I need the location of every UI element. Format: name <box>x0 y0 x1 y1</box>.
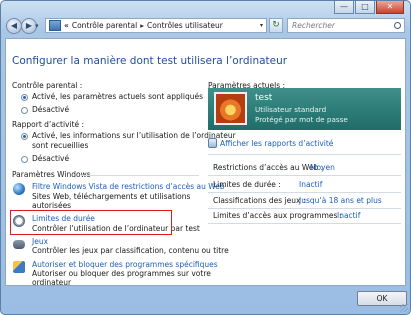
right-divider <box>208 223 401 224</box>
user-type: Utilisateur standard <box>255 105 327 114</box>
report-on-radio[interactable] <box>21 133 28 140</box>
parental-on-label[interactable]: Activé, les paramètres actuels sont appl… <box>32 92 203 101</box>
games-desc: Contrôler les jeux par classification, c… <box>32 246 229 255</box>
search-placeholder: Rechercher <box>292 21 335 30</box>
parental-off-label[interactable]: Désactivé <box>32 105 69 114</box>
windows-settings-label: Paramètres Windows <box>12 170 91 179</box>
section-divider <box>81 175 199 176</box>
report-on-label[interactable]: Activé, les informations sur l’utilisati… <box>32 131 236 140</box>
parental-on-radio[interactable] <box>21 94 28 101</box>
search-input[interactable]: Rechercher <box>287 18 405 33</box>
programs-link[interactable]: Autoriser et bloquer des programmes spéc… <box>32 260 218 269</box>
user-name: test <box>255 93 273 103</box>
breadcrumb-parental-control[interactable]: Contrôle parental <box>72 21 137 30</box>
parental-control-label: Contrôle parental : <box>12 81 83 90</box>
minimize-button[interactable]: — <box>334 1 354 14</box>
right-divider <box>208 208 401 209</box>
back-button[interactable]: ◀ <box>6 18 22 34</box>
refresh-button[interactable]: ↻ <box>269 18 283 33</box>
activity-report-label: Rapport d’activité : <box>12 120 85 129</box>
user-password-status: Protégé par mot de passe <box>255 115 348 124</box>
navigation-bar: ◀ ▶ ▾ « Contrôle parental ▸ Contrôles ut… <box>1 15 410 37</box>
page-title: Configurer la manière dont test utiliser… <box>12 55 288 67</box>
programs-desc-line2: ordinateur <box>32 278 72 287</box>
program-limits-label: Limites d’accès aux programmes : <box>213 211 343 220</box>
report-on-label-line2[interactable]: sont recueillies <box>32 141 88 150</box>
time-limits-status-label: Limites de durée : <box>213 180 281 189</box>
user-card: test Utilisateur standard Protégé par mo… <box>208 88 401 130</box>
web-filter-link[interactable]: Filtre Windows Vista de restrictions d’a… <box>32 182 225 191</box>
highlight-box <box>10 210 172 235</box>
title-bar: — □ ✕ <box>1 1 410 16</box>
search-icon[interactable] <box>394 22 401 29</box>
report-off-label[interactable]: Désactivé <box>32 154 69 163</box>
report-icon <box>208 138 217 148</box>
breadcrumb-overflow-icon[interactable]: « <box>64 21 69 30</box>
right-divider <box>208 192 401 193</box>
program-limits-value[interactable]: Inactif <box>337 211 360 220</box>
parental-off-radio[interactable] <box>21 107 28 114</box>
maximize-button[interactable]: □ <box>355 1 375 14</box>
control-panel-icon <box>49 20 61 31</box>
time-limits-status-value[interactable]: Inactif <box>299 180 322 189</box>
avatar <box>214 92 247 125</box>
breadcrumb-separator-icon[interactable]: ▸ <box>140 21 144 30</box>
gamepad-icon <box>13 240 25 249</box>
address-dropdown-icon[interactable]: ▾ <box>260 22 263 29</box>
globe-icon <box>13 183 25 195</box>
close-button[interactable]: ✕ <box>376 1 404 14</box>
window-frame: — □ ✕ ◀ ▶ ▾ « Contrôle parental ▸ Contrô… <box>0 0 411 315</box>
programs-desc: Autoriser ou bloquer des programmes sur … <box>32 269 211 278</box>
web-restrictions-value[interactable]: Moyen <box>310 163 335 172</box>
resize-grip-icon[interactable] <box>400 304 408 312</box>
history-dropdown-icon[interactable]: ▾ <box>35 22 39 30</box>
web-restrictions-label: Restrictions d’accès au Web : <box>213 163 324 172</box>
programs-icon <box>13 261 25 273</box>
web-filter-desc: Sites Web, téléchargements et utilisatio… <box>32 192 191 201</box>
address-bar[interactable]: « Contrôle parental ▸ Contrôles utilisat… <box>45 18 267 33</box>
right-divider <box>208 154 401 155</box>
window-controls: — □ ✕ <box>334 1 404 14</box>
game-ratings-value[interactable]: Jusqu’à 18 ans et plus <box>299 196 382 205</box>
web-filter-desc-line2: autorisées <box>32 201 72 210</box>
content-panel: Configurer la manière dont test utiliser… <box>5 38 406 287</box>
breadcrumb-user-controls[interactable]: Contrôles utilisateur <box>147 21 223 30</box>
games-link[interactable]: Jeux <box>32 237 48 246</box>
view-activity-reports-link[interactable]: Afficher les rapports d’activité <box>220 139 333 148</box>
report-off-radio[interactable] <box>21 156 28 163</box>
right-divider <box>208 175 401 176</box>
game-ratings-label: Classifications des jeux : <box>213 196 306 205</box>
